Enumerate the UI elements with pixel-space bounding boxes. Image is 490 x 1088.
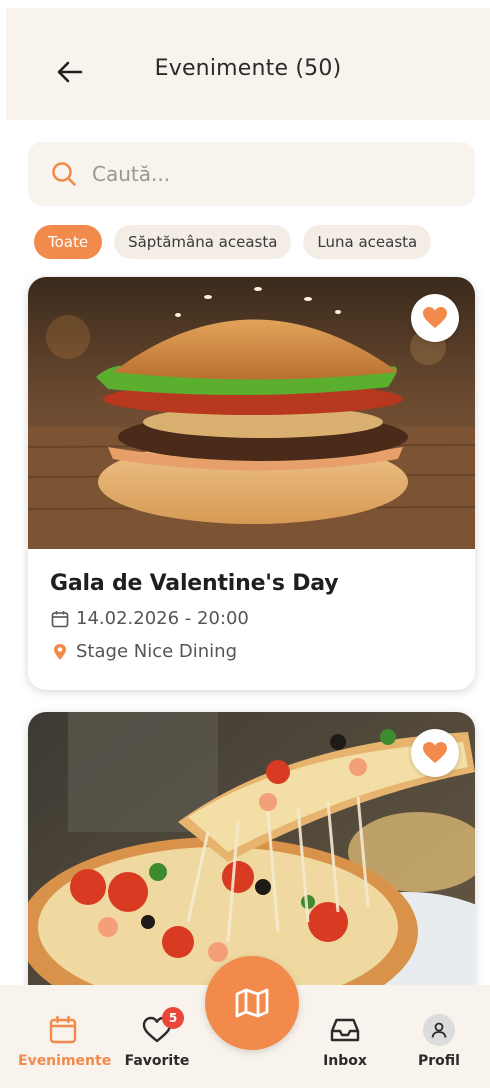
page-title: Evenimente (50) [154, 56, 342, 81]
nav-label-inbox: Inbox [323, 1053, 367, 1069]
event-image-burger [28, 277, 475, 549]
avatar [423, 1014, 455, 1046]
calendar-icon [50, 609, 70, 629]
favorite-button[interactable] [411, 294, 459, 342]
user-icon [431, 1022, 447, 1038]
nav-item-profile[interactable]: Profil [394, 1013, 484, 1069]
filter-chip-this-week[interactable]: Săptămâna aceasta [114, 225, 292, 259]
nav-item-favorites[interactable]: 5 Favorite [112, 1007, 202, 1069]
filter-chips: Toate Săptămâna aceasta Luna aceasta [34, 225, 432, 259]
event-location: Stage Nice Dining [76, 641, 237, 662]
search-input[interactable] [92, 162, 452, 186]
map-button[interactable] [205, 956, 299, 1050]
calendar-icon [49, 1015, 77, 1044]
filter-chip-this-month[interactable]: Luna aceasta [303, 225, 432, 259]
favorites-count-badge: 5 [162, 1007, 184, 1029]
event-location-row: Stage Nice Dining [50, 641, 453, 662]
nav-item-events[interactable]: Evenimente [18, 1013, 112, 1069]
filter-chip-all[interactable]: Toate [34, 225, 103, 259]
event-datetime: 14.02.2026 - 20:00 [76, 608, 249, 629]
nav-label-profile: Profil [418, 1053, 460, 1069]
app-header: Evenimente (50) [6, 8, 490, 120]
search-bar[interactable] [28, 142, 475, 206]
inbox-icon [330, 1018, 360, 1042]
heart-filled-icon [423, 742, 447, 763]
favorite-button[interactable] [411, 729, 459, 777]
heart-filled-icon [423, 307, 447, 328]
status-bar [0, 0, 490, 8]
event-title: Gala de Valentine's Day [50, 571, 339, 596]
event-card[interactable]: Gala de Valentine's Day 14.02.2026 - 20:… [28, 277, 475, 690]
search-icon [50, 160, 78, 188]
nav-label-favorites: Favorite [124, 1053, 190, 1069]
nav-label-events: Evenimente [18, 1053, 112, 1069]
location-pin-icon [50, 642, 70, 662]
nav-item-inbox[interactable]: Inbox [300, 1013, 390, 1069]
map-icon [235, 988, 269, 1018]
event-date-row: 14.02.2026 - 20:00 [50, 608, 453, 629]
